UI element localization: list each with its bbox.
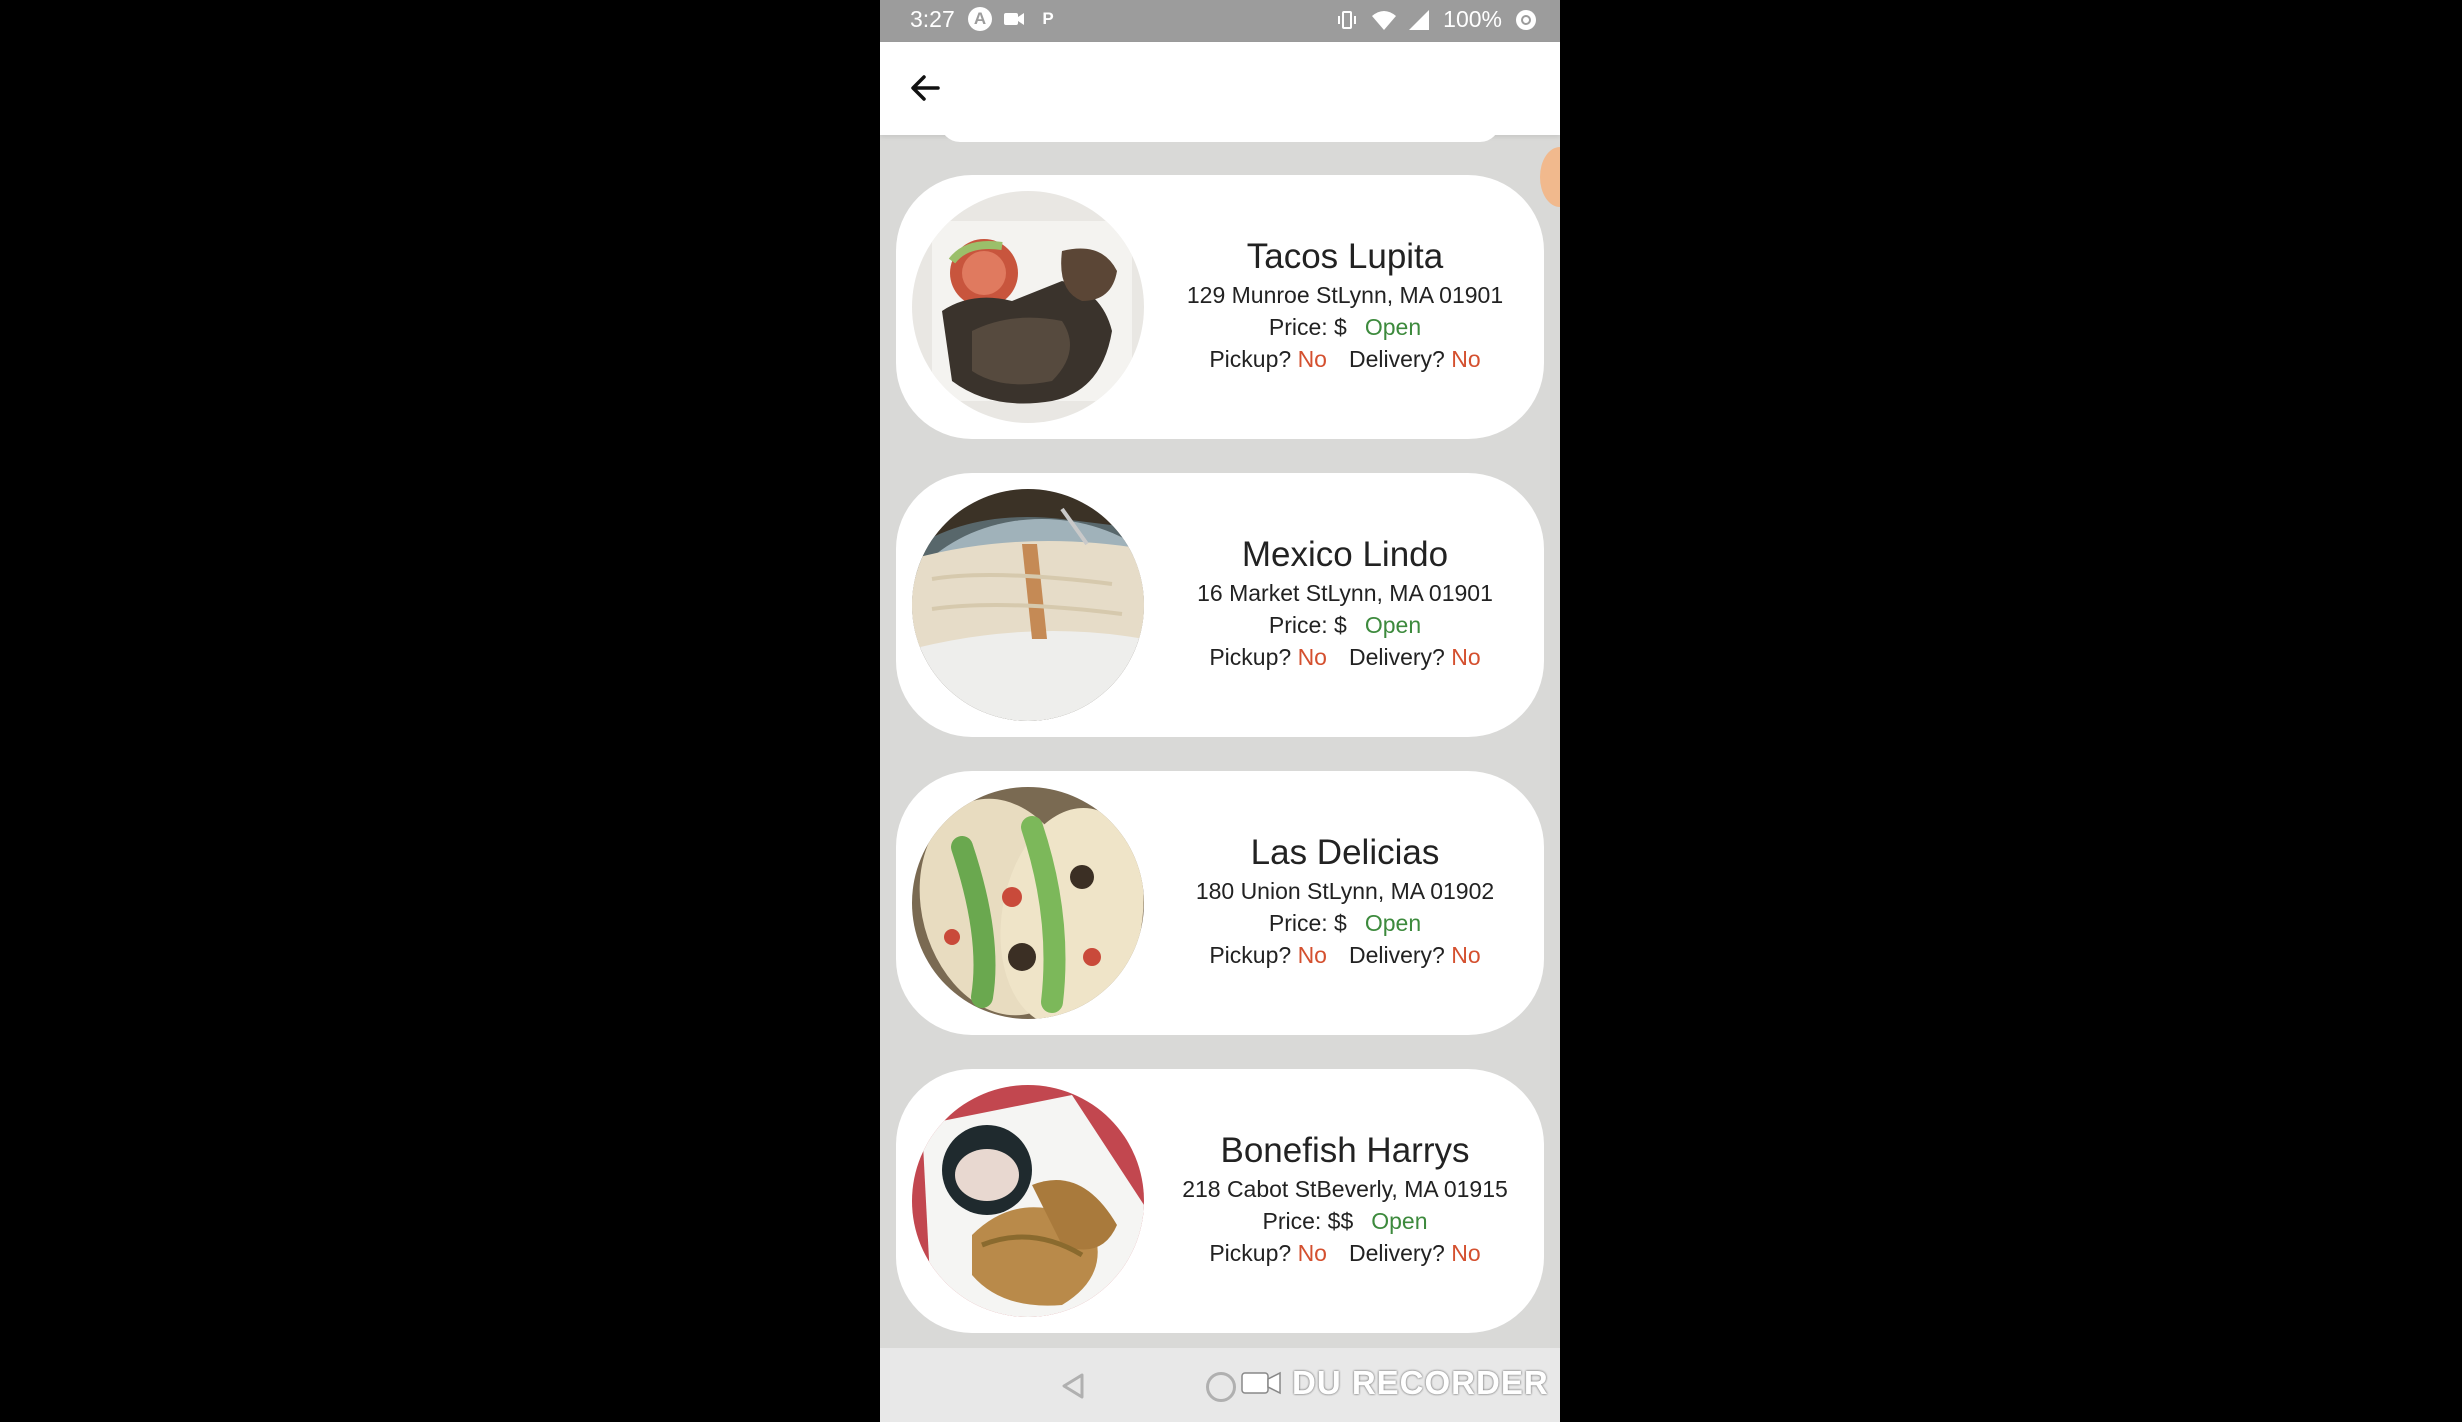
video-icon	[1002, 7, 1026, 31]
price-label: Price: $	[1268, 910, 1347, 936]
signal-icon	[1407, 8, 1431, 32]
restaurant-name: Tacos Lupita	[1246, 237, 1444, 276]
nav-back-button[interactable]	[1058, 1370, 1090, 1402]
camera-icon	[1241, 1371, 1281, 1395]
price-label: Price: $	[1268, 612, 1347, 638]
food-photo	[912, 191, 1144, 423]
restaurant-address: 129 Munroe StLynn, MA 01901	[1186, 282, 1504, 308]
restaurant-info: Mexico Lindo 16 Market StLynn, MA 01901 …	[1166, 533, 1524, 673]
pickup-value: No	[1297, 346, 1327, 372]
delivery-label: Delivery?	[1348, 644, 1445, 670]
restaurant-address: 218 Cabot StBeverly, MA 01915	[1182, 1176, 1508, 1202]
delivery-label: Delivery?	[1348, 942, 1445, 968]
restaurant-info: Bonefish Harrys 218 Cabot StBeverly, MA …	[1166, 1129, 1524, 1269]
wifi-icon	[1371, 8, 1397, 32]
open-status: Open	[1371, 1208, 1428, 1234]
open-status: Open	[1364, 612, 1422, 638]
restaurant-name: Las Delicias	[1250, 833, 1440, 872]
status-time: 3:27	[910, 6, 955, 32]
open-status: Open	[1364, 314, 1422, 340]
delivery-value: No	[1451, 942, 1481, 968]
pickup-label: Pickup?	[1209, 644, 1292, 670]
restaurant-address: 180 Union StLynn, MA 01902	[1195, 878, 1495, 904]
delivery-label: Delivery?	[1348, 346, 1445, 372]
vibrate-icon	[1335, 8, 1359, 32]
delivery-label: Delivery?	[1348, 1240, 1445, 1266]
restaurant-name: Mexico Lindo	[1241, 535, 1449, 574]
restaurant-card[interactable]: Las Delicias 180 Union StLynn, MA 01902 …	[896, 771, 1544, 1035]
food-photo	[912, 489, 1144, 721]
nav-home-button[interactable]	[1206, 1372, 1236, 1402]
restaurant-name: Bonefish Harrys	[1220, 1131, 1470, 1170]
floating-action-button[interactable]	[1540, 147, 1560, 207]
pickup-label: Pickup?	[1209, 346, 1292, 372]
price-label: Price: $$	[1262, 1208, 1354, 1234]
pickup-label: Pickup?	[1209, 1240, 1292, 1266]
delivery-value: No	[1451, 1240, 1481, 1266]
triangle-back-icon	[1062, 1373, 1084, 1399]
pickup-label: Pickup?	[1209, 942, 1292, 968]
watermark-text: DU RECORDER	[1292, 1364, 1549, 1401]
price-label: Price: $	[1268, 314, 1347, 340]
pickup-value: No	[1297, 942, 1327, 968]
status-bar: 3:27 A P 100%	[880, 0, 1560, 42]
restaurant-card[interactable]: Mexico Lindo 16 Market StLynn, MA 01901 …	[896, 473, 1544, 737]
delivery-value: No	[1451, 644, 1481, 670]
a-icon: A	[968, 7, 992, 31]
pickup-value: No	[1297, 1240, 1327, 1266]
restaurant-card[interactable]: Tacos Lupita 129 Munroe StLynn, MA 01901…	[896, 175, 1544, 439]
phone-screen: 3:27 A P 100% Tacos Lupita 129 Munroe St…	[880, 0, 1560, 1422]
previous-card-edge	[940, 122, 1500, 142]
battery-icon	[1514, 8, 1538, 32]
food-photo	[912, 787, 1144, 1019]
restaurant-card[interactable]: Bonefish Harrys 218 Cabot StBeverly, MA …	[896, 1069, 1544, 1333]
food-photo	[912, 1085, 1144, 1317]
p-icon: P	[1042, 9, 1054, 28]
restaurant-info: Tacos Lupita 129 Munroe StLynn, MA 01901…	[1166, 235, 1524, 375]
restaurant-address: 16 Market StLynn, MA 01901	[1197, 580, 1493, 606]
back-button[interactable]	[902, 64, 950, 112]
arrow-left-icon	[911, 75, 940, 101]
delivery-value: No	[1451, 346, 1481, 372]
system-nav-bar: DU RECORDER	[880, 1348, 1560, 1422]
open-status: Open	[1364, 910, 1422, 936]
restaurant-info: Las Delicias 180 Union StLynn, MA 01902 …	[1166, 831, 1524, 971]
recorder-watermark: DU RECORDER	[1240, 1364, 1549, 1402]
pickup-value: No	[1297, 644, 1327, 670]
battery-percent: 100%	[1443, 6, 1502, 32]
